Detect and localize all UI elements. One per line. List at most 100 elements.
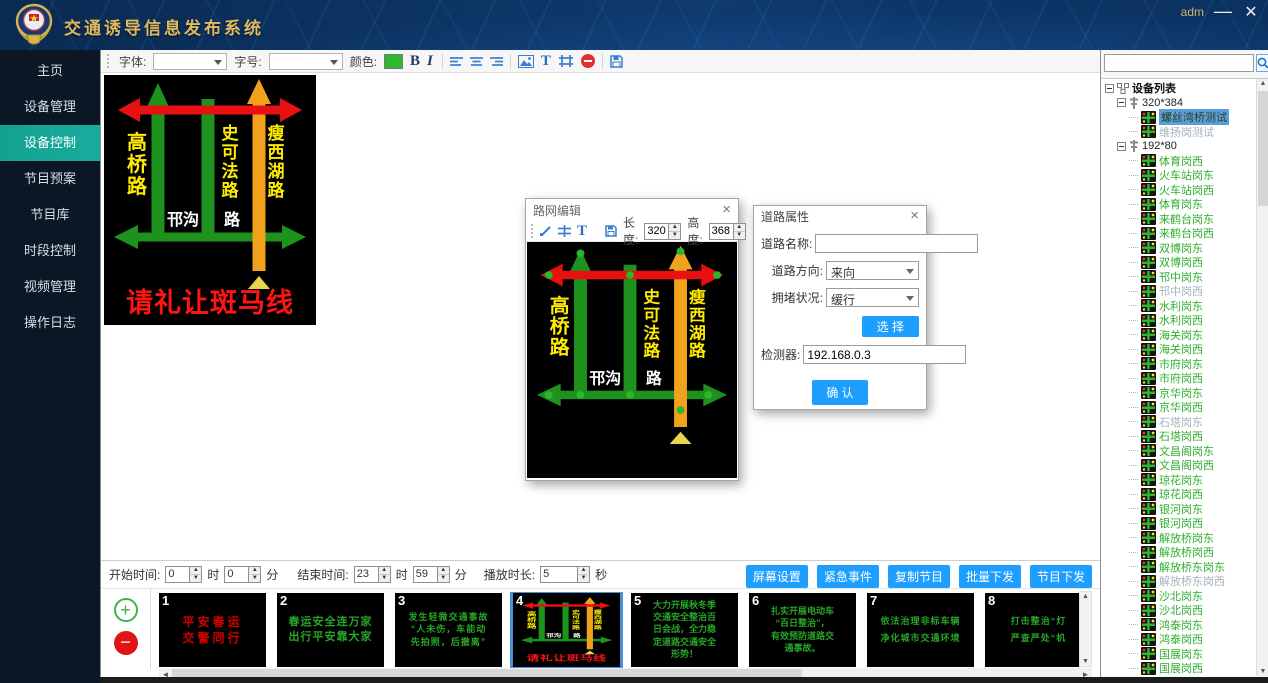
end-minute-stepper[interactable]: 59 ▲▼ — [413, 566, 450, 583]
expand-collapse-icon[interactable] — [1117, 98, 1126, 107]
program-thumbnail-2[interactable]: 2春运安全连万家出行平安靠大家 — [277, 593, 384, 667]
sidebar-item-6[interactable]: 时段控制 — [0, 233, 100, 269]
program-thumbnail-8[interactable]: 8打击整治“灯严查严处“机 — [985, 593, 1079, 667]
tree-device[interactable]: 双博岗西 — [1103, 255, 1255, 270]
program-thumbnail-3[interactable]: 3发生轻微交通事故“人未伤，车能动先拍照，后撤离” — [395, 593, 502, 667]
scrollbar-thumb[interactable] — [1258, 91, 1268, 206]
tree-device[interactable]: 来鹤台岗西 — [1103, 226, 1255, 241]
minimize-icon[interactable]: — — [1212, 2, 1234, 24]
tree-device[interactable]: 邗中岗西 — [1103, 284, 1255, 299]
action-button-4[interactable]: 批量下发 — [959, 565, 1021, 588]
scroll-up-icon[interactable]: ▲ — [1080, 593, 1091, 600]
logged-in-user[interactable]: adm — [1181, 5, 1204, 19]
expand-collapse-icon[interactable] — [1117, 142, 1126, 151]
program-thumbnail-7[interactable]: 7依法治理非标车辆净化城市交通环境 — [867, 593, 974, 667]
tree-device[interactable]: 文昌阁岗东 — [1103, 444, 1255, 459]
start-minute-stepper[interactable]: 0 ▲▼ — [224, 566, 261, 583]
duration-stepper[interactable]: 5 ▲▼ — [540, 566, 590, 583]
sidebar-item-8[interactable]: 操作日志 — [0, 305, 100, 341]
tree-device[interactable]: 邗中岗东 — [1103, 270, 1255, 285]
direction-select[interactable]: 来向 — [826, 261, 919, 280]
stepper-arrows[interactable]: ▲▼ — [378, 567, 390, 582]
select-detector-button[interactable]: 选 择 — [862, 316, 919, 337]
tree-device[interactable]: 琼花岗东 — [1103, 473, 1255, 488]
program-thumbnail-5[interactable]: 5大力开展秋冬季交通安全整治百日会战，全力稳定道路交通安全形势！ — [631, 593, 738, 667]
tree-device[interactable]: 市府岗西 — [1103, 371, 1255, 386]
tree-root-device-list[interactable]: 设备列表 — [1103, 81, 1255, 96]
tree-device[interactable]: 琼花岗西 — [1103, 487, 1255, 502]
tree-device[interactable]: 解放桥岗东 — [1103, 531, 1255, 546]
sign-preview-canvas[interactable]: 高桥路史可法路瘦西湖路邗沟路请礼让斑马线 — [104, 75, 316, 325]
tree-group-192*80[interactable]: 192*80 — [1103, 139, 1255, 154]
road-network-canvas[interactable]: 高桥路史可法路瘦西湖路邗沟路 — [527, 242, 737, 478]
stepper-arrows[interactable]: ▲▼ — [733, 224, 745, 239]
stepper-arrows[interactable]: ▲▼ — [248, 567, 260, 582]
draw-line-icon[interactable] — [540, 225, 552, 237]
expand-collapse-icon[interactable] — [1105, 84, 1114, 93]
tree-device[interactable]: 石塔岗东 — [1103, 415, 1255, 430]
stepper-arrows[interactable]: ▲▼ — [189, 567, 201, 582]
insert-image-icon[interactable] — [518, 55, 534, 68]
align-left-icon[interactable] — [450, 56, 463, 67]
tree-scrollbar[interactable]: ▲ ▼ — [1256, 79, 1268, 676]
tree-device[interactable]: 国展岗东 — [1103, 647, 1255, 662]
sidebar-item-4[interactable]: 节目预案 — [0, 161, 100, 197]
action-button-5[interactable]: 节目下发 — [1030, 565, 1092, 588]
save-icon[interactable] — [605, 225, 617, 237]
tree-device[interactable]: 银河岗东 — [1103, 502, 1255, 517]
dialog-titlebar[interactable]: 道路属性 × — [754, 206, 926, 226]
action-button-3[interactable]: 复制节目 — [888, 565, 950, 588]
tree-device[interactable]: 火车站岗东 — [1103, 168, 1255, 183]
tree-device[interactable]: 石塔岗西 — [1103, 429, 1255, 444]
sidebar-item-5[interactable]: 节目库 — [0, 197, 100, 233]
length-stepper[interactable]: 320 ▲▼ — [644, 223, 681, 240]
road-network-icon[interactable] — [558, 225, 571, 237]
stepper-arrows[interactable]: ▲▼ — [668, 224, 680, 239]
font-select[interactable] — [153, 53, 227, 70]
scroll-up-icon[interactable]: ▲ — [1257, 80, 1268, 87]
program-thumbnail-6[interactable]: 6扎实开展电动车“百日整治”，有效预防道路交通事故。 — [749, 593, 856, 667]
program-thumbnail-4[interactable]: 4高桥路史可法路瘦西湖路邗沟路请礼让斑马线 — [513, 593, 620, 667]
program-thumbnail-1[interactable]: 1平安春运交警同行 — [159, 593, 266, 667]
tree-device[interactable]: 京华岗西 — [1103, 400, 1255, 415]
remove-program-button[interactable]: − — [114, 631, 138, 655]
tree-device[interactable]: 解放桥岗西 — [1103, 545, 1255, 560]
tree-device[interactable]: 维扬岗测试 — [1103, 125, 1255, 140]
tree-device[interactable]: 鸿泰岗西 — [1103, 632, 1255, 647]
tree-device[interactable]: 来鹤台岗东 — [1103, 212, 1255, 227]
sidebar-item-2[interactable]: 设备管理 — [0, 89, 100, 125]
tree-device[interactable]: 海关岗东 — [1103, 328, 1255, 343]
stepper-arrows[interactable]: ▲▼ — [577, 567, 589, 582]
tree-device[interactable]: 水利岗西 — [1103, 313, 1255, 328]
sidebar-item-7[interactable]: 视频管理 — [0, 269, 100, 305]
tree-device[interactable]: 解放桥东岗东 — [1103, 560, 1255, 575]
align-center-icon[interactable] — [470, 56, 483, 67]
sidebar-item-3[interactable]: 设备控制 — [0, 125, 100, 161]
thumbnail-scrollbar[interactable]: ▲ ▼ — [1079, 591, 1092, 667]
close-icon[interactable]: × — [910, 209, 919, 223]
action-button-2[interactable]: 紧急事件 — [817, 565, 879, 588]
tree-group-320*384[interactable]: 320*384 — [1103, 96, 1255, 111]
tree-device[interactable]: 体育岗东 — [1103, 197, 1255, 212]
tree-device[interactable]: 银河岗西 — [1103, 516, 1255, 531]
scroll-down-icon[interactable]: ▼ — [1257, 668, 1268, 675]
road-name-input[interactable] — [815, 234, 978, 253]
sidebar-item-1[interactable]: 主页 — [0, 53, 100, 89]
tree-device[interactable]: 解放桥东岗西 — [1103, 574, 1255, 589]
start-hour-stepper[interactable]: 0 ▲▼ — [165, 566, 202, 583]
delete-icon[interactable] — [581, 54, 595, 68]
size-select[interactable] — [269, 53, 343, 70]
tree-device[interactable]: 海关岗西 — [1103, 342, 1255, 357]
tree-device[interactable]: 京华岗东 — [1103, 386, 1255, 401]
tree-device[interactable]: 市府岗东 — [1103, 357, 1255, 372]
device-search-input[interactable] — [1104, 54, 1254, 72]
tree-device[interactable]: 螺丝湾桥测试 — [1103, 110, 1255, 125]
tree-device[interactable]: 体育岗西 — [1103, 154, 1255, 169]
tree-device[interactable]: 沙北岗西 — [1103, 603, 1255, 618]
add-program-button[interactable]: + — [114, 598, 138, 622]
scroll-down-icon[interactable]: ▼ — [1080, 658, 1091, 665]
road-network-icon[interactable] — [558, 55, 574, 67]
tree-device[interactable]: 火车站岗西 — [1103, 183, 1255, 198]
congestion-select[interactable]: 缓行 — [826, 288, 919, 307]
color-swatch[interactable] — [384, 54, 403, 69]
